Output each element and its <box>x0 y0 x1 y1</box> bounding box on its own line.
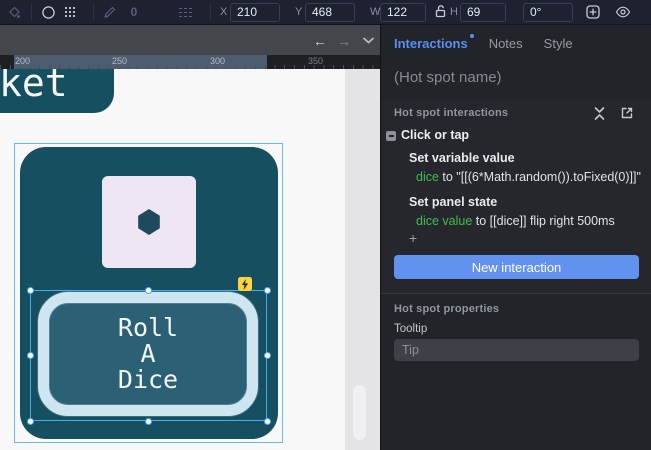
chevron-down-icon[interactable] <box>360 33 376 48</box>
toolbar-divider <box>31 4 32 21</box>
tab-notes[interactable]: Notes <box>489 36 523 51</box>
action-code[interactable]: dice to "[[(6*Math.random()).toFixed(0)]… <box>416 170 641 184</box>
open-overlay-icon[interactable] <box>619 105 635 121</box>
y-field[interactable] <box>305 3 355 22</box>
app-window: 0 X Y W H ← → 200 <box>0 0 651 450</box>
back-arrow-icon[interactable]: ← <box>312 33 328 48</box>
zero-tool-icon[interactable]: 0 <box>126 4 142 20</box>
panel-tabs: Interactions Notes Style <box>394 36 573 51</box>
resize-handle-s[interactable] <box>145 418 152 425</box>
tab-interactions[interactable]: Interactions <box>394 36 468 51</box>
interactions-section-header: Hot spot interactions <box>394 107 508 119</box>
halftone-tool-icon[interactable] <box>62 4 78 20</box>
ruler-label: 300 <box>210 56 225 66</box>
x-field[interactable] <box>230 3 280 22</box>
hotspot-name-input[interactable] <box>394 66 639 88</box>
blob-tool-icon[interactable] <box>40 4 56 20</box>
resize-handle-sw[interactable] <box>27 418 34 425</box>
vertical-scrollbar-thumb[interactable] <box>353 385 366 440</box>
unsaved-dot <box>470 34 474 38</box>
forward-arrow-icon[interactable]: → <box>336 33 352 48</box>
cropped-shape-text: ket <box>0 69 68 105</box>
w-field[interactable] <box>380 3 426 22</box>
fill-tool-icon[interactable] <box>6 4 22 20</box>
resize-handle-e[interactable] <box>264 352 271 359</box>
tooltip-input[interactable] <box>394 339 639 361</box>
ruler-label: 200 <box>15 56 30 66</box>
tab-style[interactable]: Style <box>544 36 573 51</box>
resize-handle-w[interactable] <box>27 352 34 359</box>
new-interaction-button[interactable]: New interaction <box>394 255 639 279</box>
h-field[interactable] <box>460 3 506 22</box>
eye-icon[interactable] <box>615 4 631 20</box>
action-code[interactable]: dice value to [[dice]] flip right 500ms <box>416 214 615 228</box>
resize-handle-ne[interactable] <box>264 287 271 294</box>
collapse-trigger-icon[interactable] <box>386 131 396 141</box>
collapse-icon[interactable] <box>591 105 607 121</box>
tooltip-label: Tooltip <box>394 323 427 335</box>
inspector-panel: Interactions Notes Style Hot spot intera… <box>380 25 651 450</box>
trigger-label: Click or tap <box>401 128 469 142</box>
interaction-lightning-badge[interactable] <box>238 277 252 291</box>
design-canvas[interactable]: ket Roll A Dice <box>0 69 380 450</box>
dashed-lines-tool-icon[interactable] <box>178 4 194 20</box>
add-action-button[interactable]: + <box>409 230 417 246</box>
rotation-field[interactable] <box>523 3 573 22</box>
h-field-label: H <box>450 6 458 18</box>
top-toolbar: 0 X Y W H <box>0 0 651 25</box>
ruler-label: 250 <box>112 56 127 66</box>
hotspot-selection-outline <box>30 290 267 421</box>
unlock-icon[interactable] <box>432 3 448 19</box>
cropped-teal-shape[interactable]: ket <box>0 69 114 113</box>
x-field-label: X <box>220 6 227 18</box>
ruler-label: 350 <box>308 56 323 66</box>
resize-handle-nw[interactable] <box>27 287 34 294</box>
w-field-label: W <box>370 6 380 18</box>
pencil-tool-icon[interactable] <box>101 4 117 20</box>
panel-divider <box>381 293 651 294</box>
canvas-scroll-gutter <box>345 69 380 450</box>
add-board-icon[interactable] <box>585 4 601 20</box>
properties-section-header: Hot spot properties <box>394 303 499 315</box>
horizontal-ruler: 200 250 300 350 <box>0 55 380 69</box>
y-field-label: Y <box>295 6 302 18</box>
toolbar-divider <box>93 4 94 21</box>
resize-handle-se[interactable] <box>264 418 271 425</box>
canvas-header: ← → <box>0 25 380 55</box>
resize-handle-n[interactable] <box>145 287 152 294</box>
action-title[interactable]: Set variable value <box>409 151 515 165</box>
action-title[interactable]: Set panel state <box>409 195 497 209</box>
toolbar-divider <box>210 4 211 21</box>
